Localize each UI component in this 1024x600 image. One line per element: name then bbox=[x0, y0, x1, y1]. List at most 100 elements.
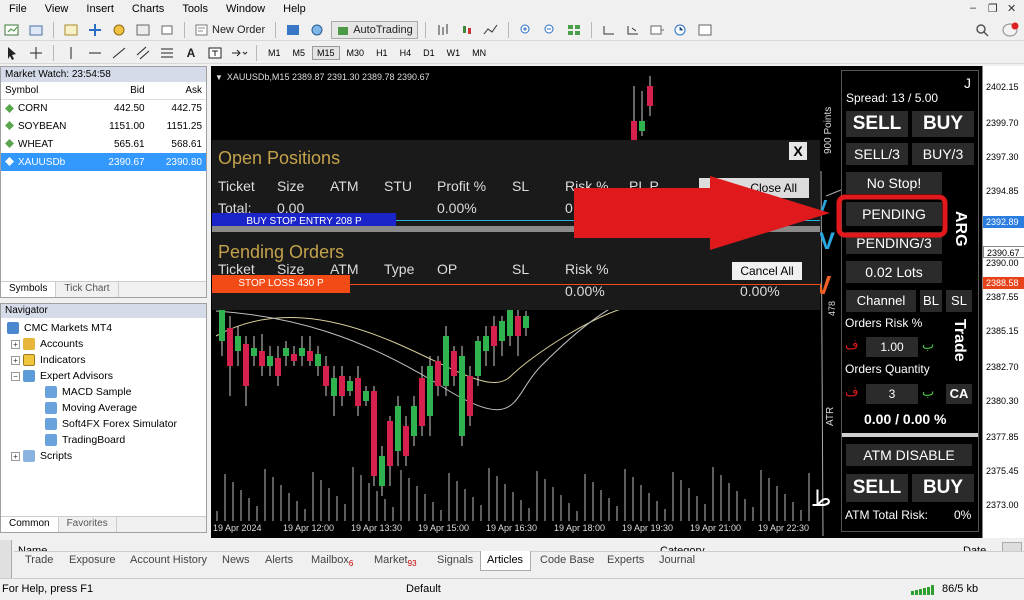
col-ask[interactable]: Ask bbox=[148, 82, 206, 100]
buy-third-button[interactable]: BUY/3 bbox=[912, 143, 974, 165]
nav-item-expert-advisors[interactable]: − Expert Advisors bbox=[11, 370, 113, 382]
sell-third-button[interactable]: SELL/3 bbox=[846, 143, 908, 165]
timeframe-w1[interactable]: W1 bbox=[442, 46, 466, 60]
sell-button[interactable]: SELL bbox=[846, 111, 908, 137]
vertical-line-icon[interactable] bbox=[61, 44, 81, 62]
cursor-icon[interactable] bbox=[2, 44, 22, 62]
equidistant-channel-icon[interactable] bbox=[133, 44, 153, 62]
expand-icon[interactable]: + bbox=[11, 339, 20, 349]
price-axis[interactable]: 2402.15 2399.70 2397.30 2394.85 2392.40 … bbox=[982, 66, 1024, 538]
tab-favorites[interactable]: Favorites bbox=[59, 517, 117, 532]
ca-button[interactable]: CA bbox=[946, 384, 972, 404]
tab-articles[interactable]: Articles bbox=[487, 554, 523, 566]
timeframe-mn[interactable]: MN bbox=[467, 46, 491, 60]
channel-button[interactable]: Channel bbox=[846, 290, 916, 312]
indicators-list-icon[interactable] bbox=[647, 21, 667, 39]
fibonacci-icon[interactable] bbox=[157, 44, 177, 62]
collapse-icon[interactable]: − bbox=[11, 371, 20, 381]
table-row[interactable]: CORN 442.50 442.75 bbox=[1, 99, 206, 117]
tile-windows-icon[interactable] bbox=[564, 21, 584, 39]
menu-window[interactable]: Window bbox=[217, 3, 274, 15]
close-icon[interactable]: ✕ bbox=[1007, 2, 1016, 15]
tab-common[interactable]: Common bbox=[1, 517, 59, 532]
notification-icon[interactable] bbox=[1000, 21, 1020, 39]
horizontal-line-icon[interactable] bbox=[85, 44, 105, 62]
timeframe-h4[interactable]: H4 bbox=[395, 46, 417, 60]
expand-icon[interactable]: + bbox=[11, 451, 20, 461]
bar-chart-icon[interactable] bbox=[433, 21, 453, 39]
profiles-icon[interactable] bbox=[26, 21, 46, 39]
tab-symbols[interactable]: Symbols bbox=[1, 282, 57, 297]
nav-item-tradingboard[interactable]: TradingBoard bbox=[45, 434, 125, 446]
line-chart-icon[interactable] bbox=[481, 21, 501, 39]
templates-icon[interactable] bbox=[695, 21, 715, 39]
atm-buy-button[interactable]: BUY bbox=[912, 474, 974, 502]
overlay-close-button[interactable]: X bbox=[789, 142, 807, 160]
nav-item-macd-sample[interactable]: MACD Sample bbox=[45, 386, 131, 398]
tab-market[interactable]: Market93 bbox=[374, 554, 417, 568]
qty-decrease-icon[interactable]: ف bbox=[845, 384, 858, 400]
crosshair-move-icon[interactable] bbox=[85, 21, 105, 39]
timeframe-h1[interactable]: H1 bbox=[371, 46, 393, 60]
tester-icon[interactable] bbox=[157, 21, 177, 39]
risk-increase-icon[interactable]: ب bbox=[922, 337, 934, 353]
sl-button[interactable]: SL bbox=[946, 290, 972, 312]
text-label-icon[interactable] bbox=[205, 44, 225, 62]
tab-alerts[interactable]: Alerts bbox=[265, 554, 293, 566]
autoscroll-icon[interactable] bbox=[623, 21, 643, 39]
nav-item-indicators[interactable]: + Indicators bbox=[11, 354, 86, 366]
periods-clock-icon[interactable] bbox=[671, 21, 691, 39]
col-symbol[interactable]: Symbol bbox=[1, 82, 92, 100]
meta-editor-icon[interactable] bbox=[283, 21, 303, 39]
arrows-icon[interactable] bbox=[229, 44, 249, 62]
table-row-selected[interactable]: XAUUSDb 2390.67 2390.80 bbox=[1, 153, 206, 171]
cancel-all-button[interactable]: Cancel All bbox=[732, 262, 802, 280]
zoom-out-icon[interactable] bbox=[540, 21, 560, 39]
tab-journal[interactable]: Journal bbox=[659, 554, 695, 566]
market-watch-icon[interactable] bbox=[61, 21, 81, 39]
timeframe-m15[interactable]: M15 bbox=[312, 45, 340, 60]
menu-file[interactable]: File bbox=[0, 3, 36, 15]
tab-signals[interactable]: Signals bbox=[437, 554, 473, 566]
tab-tick-chart[interactable]: Tick Chart bbox=[56, 282, 119, 297]
nav-item-scripts[interactable]: + Scripts bbox=[11, 450, 72, 462]
tab-experts[interactable]: Experts bbox=[607, 554, 644, 566]
new-chart-icon[interactable] bbox=[2, 21, 22, 39]
autotrading-button[interactable]: AutoTrading bbox=[331, 20, 418, 39]
minimize-icon[interactable]: – bbox=[970, 2, 976, 14]
menu-view[interactable]: View bbox=[36, 3, 78, 15]
nav-item-cmc-markets[interactable]: CMC Markets MT4 bbox=[7, 322, 112, 334]
atm-sell-button[interactable]: SELL bbox=[846, 474, 908, 502]
navigator-icon[interactable] bbox=[109, 21, 129, 39]
col-bid[interactable]: Bid bbox=[91, 82, 149, 100]
nav-item-accounts[interactable]: + Accounts bbox=[11, 338, 83, 350]
search-icon[interactable] bbox=[972, 21, 992, 39]
globe-icon[interactable] bbox=[307, 21, 327, 39]
crosshair-icon[interactable] bbox=[26, 44, 46, 62]
timeframe-m30[interactable]: M30 bbox=[342, 46, 370, 60]
text-tool-icon[interactable]: A bbox=[181, 44, 201, 62]
tab-exposure[interactable]: Exposure bbox=[69, 554, 115, 566]
expand-icon[interactable]: + bbox=[11, 355, 20, 365]
stop-loss-label[interactable]: STOP LOSS 430 P bbox=[212, 275, 350, 293]
tab-trade[interactable]: Trade bbox=[25, 554, 53, 566]
qty-increase-icon[interactable]: ب bbox=[922, 384, 934, 400]
trendline-icon[interactable] bbox=[109, 44, 129, 62]
timeframe-m1[interactable]: M1 bbox=[263, 46, 286, 60]
timeframe-d1[interactable]: D1 bbox=[418, 46, 440, 60]
atm-disable-button[interactable]: ATM DISABLE bbox=[846, 444, 972, 466]
chart-shift-icon[interactable] bbox=[599, 21, 619, 39]
candle-chart-icon[interactable] bbox=[457, 21, 477, 39]
buy-button[interactable]: BUY bbox=[912, 111, 974, 137]
lots-display[interactable]: 0.02 Lots bbox=[846, 261, 942, 283]
risk-decrease-icon[interactable]: ف bbox=[845, 337, 858, 353]
menu-tools[interactable]: Tools bbox=[173, 3, 217, 15]
table-row[interactable]: WHEAT 565.61 568.61 bbox=[1, 135, 206, 153]
terminal-icon[interactable] bbox=[133, 21, 153, 39]
new-order-button[interactable]: New Order bbox=[192, 21, 268, 39]
timeframe-m5[interactable]: M5 bbox=[288, 46, 311, 60]
tab-code-base[interactable]: Code Base bbox=[540, 554, 594, 566]
zoom-in-icon[interactable] bbox=[516, 21, 536, 39]
nav-item-soft4fx[interactable]: Soft4FX Forex Simulator bbox=[45, 418, 177, 430]
tab-news[interactable]: News bbox=[222, 554, 250, 566]
